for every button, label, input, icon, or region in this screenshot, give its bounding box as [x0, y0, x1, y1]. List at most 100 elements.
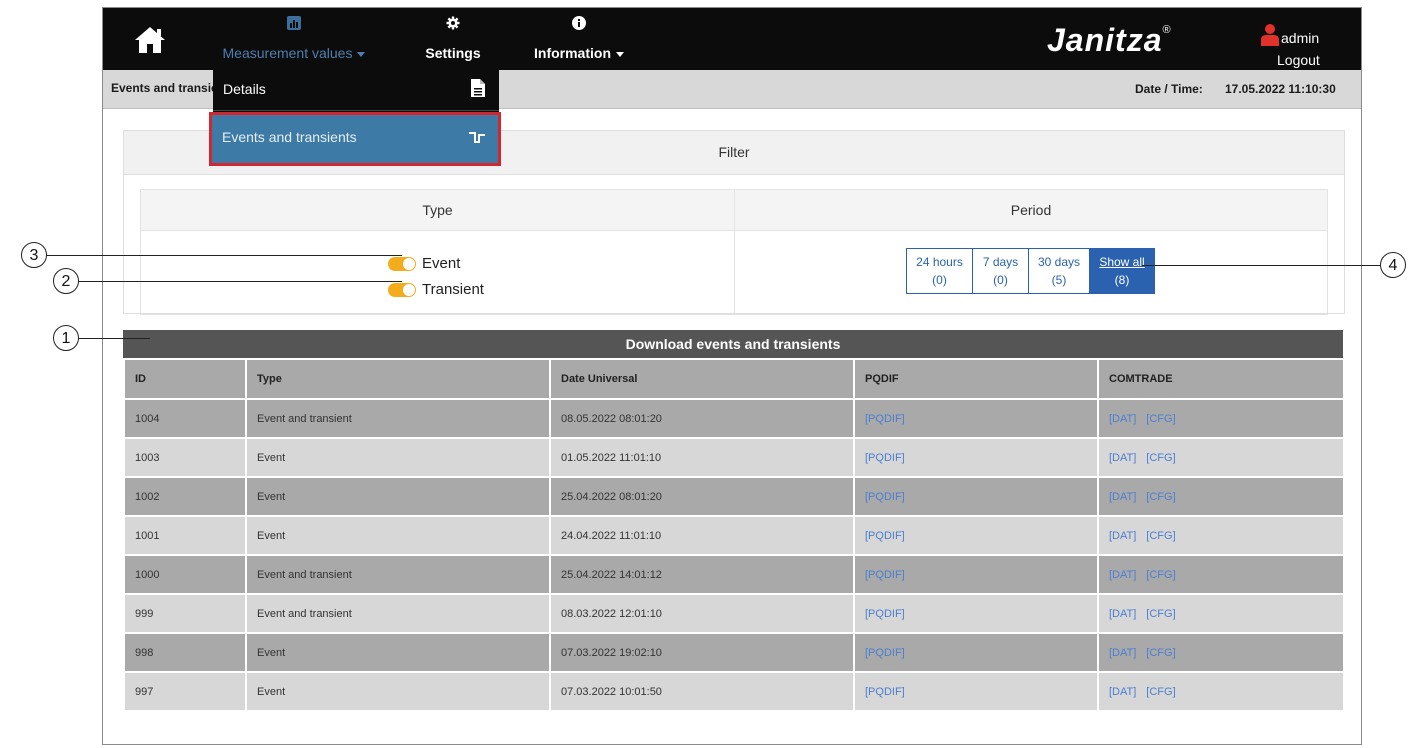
dat-link[interactable]: [DAT]: [1109, 413, 1136, 425]
datetime-label: Date / Time:: [1135, 82, 1203, 96]
nav-information-label: Information: [534, 45, 611, 61]
app-window: Measurement values Settings Information …: [102, 7, 1362, 745]
toggle-label: Transient: [422, 281, 484, 298]
nav-information[interactable]: Information: [529, 8, 629, 70]
pqdif-link[interactable]: [PQDIF]: [865, 686, 905, 698]
dat-link[interactable]: [DAT]: [1109, 608, 1136, 620]
user-icon: [1261, 24, 1279, 46]
cell-comtrade: [DAT] [CFG]: [1097, 554, 1345, 595]
cfg-link[interactable]: [CFG]: [1146, 452, 1175, 464]
cell-id: 999: [123, 593, 247, 634]
period-label: 7 days: [982, 255, 1019, 269]
dat-link[interactable]: [DAT]: [1109, 647, 1136, 659]
toggle-switch[interactable]: [388, 257, 416, 271]
cell-comtrade: [DAT] [CFG]: [1097, 515, 1345, 556]
column-header-comtrade: COMTRADE: [1097, 358, 1345, 400]
period-header: Period: [735, 190, 1327, 231]
table-title: Download events and transients: [123, 330, 1343, 358]
cell-type: Event and transient: [245, 398, 551, 439]
toggle-switch[interactable]: [388, 283, 416, 297]
cell-comtrade: [DAT] [CFG]: [1097, 437, 1345, 478]
dat-link[interactable]: [DAT]: [1109, 569, 1136, 581]
cfg-link[interactable]: [CFG]: [1146, 647, 1175, 659]
menu-item-label: Details: [223, 81, 266, 97]
table-row: 997 Event 07.03.2022 10:01:50 [PQDIF] [DAT][…: [123, 671, 1345, 712]
cell-type: Event and transient: [245, 593, 551, 634]
cell-date: 08.05.2022 08:01:20: [549, 398, 855, 439]
chart-icon: [287, 16, 301, 30]
period-count: (5): [1051, 273, 1067, 287]
pqdif-link[interactable]: [PQDIF]: [865, 608, 905, 620]
period-label: 30 days: [1037, 255, 1081, 269]
cell-date: 25.04.2022 14:01:12: [549, 554, 855, 595]
callout-4: 4: [1380, 252, 1406, 278]
pqdif-link[interactable]: [PQDIF]: [865, 413, 905, 425]
menu-item-events-and-transients[interactable]: Events and transients: [209, 112, 501, 166]
period-24-hours-button[interactable]: 24 hours (0): [906, 248, 973, 294]
brand-name: Janitza: [1047, 22, 1163, 58]
cell-date: 07.03.2022 19:02:10: [549, 632, 855, 673]
registered-mark: ®: [1162, 24, 1172, 36]
dat-link[interactable]: [DAT]: [1109, 686, 1136, 698]
cell-date: 24.04.2022 11:01:10: [549, 515, 855, 556]
gear-icon: [446, 16, 460, 30]
cell-id: 1002: [123, 476, 247, 517]
period-7-days-button[interactable]: 7 days (0): [972, 248, 1029, 294]
chevron-down-icon: [357, 51, 366, 57]
cell-type: Event: [245, 476, 551, 517]
cell-date: 25.04.2022 08:01:20: [549, 476, 855, 517]
cell-pqdif: [PQDIF]: [853, 515, 1099, 556]
cfg-link[interactable]: [CFG]: [1146, 569, 1175, 581]
period-show-all-button[interactable]: Show all (8): [1089, 248, 1155, 294]
period-count: (0): [932, 273, 947, 287]
cell-comtrade: [DAT] [CFG]: [1097, 398, 1345, 439]
menu-item-details[interactable]: Details: [213, 70, 499, 111]
callout-3: 3: [21, 242, 47, 268]
table-row: 1004 Event and transient 08.05.2022 08:01:…: [123, 398, 1345, 439]
pqdif-link[interactable]: [PQDIF]: [865, 647, 905, 659]
callout-2: 2: [53, 268, 79, 294]
home-icon[interactable]: [133, 24, 167, 56]
table-row: 999 Event and transient 08.03.2022 12:01:1…: [123, 593, 1345, 634]
dat-link[interactable]: [DAT]: [1109, 491, 1136, 503]
cell-id: 998: [123, 632, 247, 673]
dat-link[interactable]: [DAT]: [1109, 452, 1136, 464]
table-row: 1000 Event and transient 25.04.2022 14:01:…: [123, 554, 1345, 595]
cfg-link[interactable]: [CFG]: [1146, 530, 1175, 542]
table-row: 1002 Event 25.04.2022 08:01:20 [PQDIF] [DAT]…: [123, 476, 1345, 517]
period-30-days-button[interactable]: 30 days (5): [1028, 248, 1090, 294]
cell-pqdif: [PQDIF]: [853, 476, 1099, 517]
callout-4-leader: [1142, 265, 1382, 266]
table-row: 1003 Event 01.05.2022 11:01:10 [PQDIF] [DAT]…: [123, 437, 1345, 478]
cell-pqdif: [PQDIF]: [853, 593, 1099, 634]
pqdif-link[interactable]: [PQDIF]: [865, 569, 905, 581]
menu-item-label: Events and transients: [222, 129, 357, 145]
cell-id: 1003: [123, 437, 247, 478]
cell-comtrade: [DAT] [CFG]: [1097, 593, 1345, 634]
chevron-down-icon: [616, 51, 624, 57]
cell-id: 1001: [123, 515, 247, 556]
cfg-link[interactable]: [CFG]: [1146, 413, 1175, 425]
pqdif-link[interactable]: [PQDIF]: [865, 452, 905, 464]
transient-wave-icon: [469, 132, 485, 143]
nav-settings[interactable]: Settings: [417, 8, 489, 70]
logout-link[interactable]: Logout: [1277, 52, 1320, 68]
table-row: 998 Event 07.03.2022 19:02:10 [PQDIF] [DAT][…: [123, 632, 1345, 673]
cfg-link[interactable]: [CFG]: [1146, 491, 1175, 503]
dat-link[interactable]: [DAT]: [1109, 530, 1136, 542]
column-header-id: ID: [123, 358, 247, 400]
nav-measurement-values-label: Measurement values: [222, 45, 353, 61]
nav-measurement-values[interactable]: Measurement values: [211, 8, 377, 70]
table-row: 1001 Event 24.04.2022 11:01:10 [PQDIF] [DAT]…: [123, 515, 1345, 556]
pqdif-link[interactable]: [PQDIF]: [865, 491, 905, 503]
cfg-link[interactable]: [CFG]: [1146, 608, 1175, 620]
nav-settings-label: Settings: [425, 45, 481, 61]
cfg-link[interactable]: [CFG]: [1146, 686, 1175, 698]
pqdif-link[interactable]: [PQDIF]: [865, 530, 905, 542]
events-table-section: Download events and transients ID Type D…: [123, 330, 1345, 712]
cell-type: Event: [245, 515, 551, 556]
datetime-value: 17.05.2022 11:10:30: [1225, 82, 1336, 96]
measurement-values-menu: Details Events and transients: [209, 70, 501, 166]
cell-id: 1000: [123, 554, 247, 595]
cell-pqdif: [PQDIF]: [853, 632, 1099, 673]
